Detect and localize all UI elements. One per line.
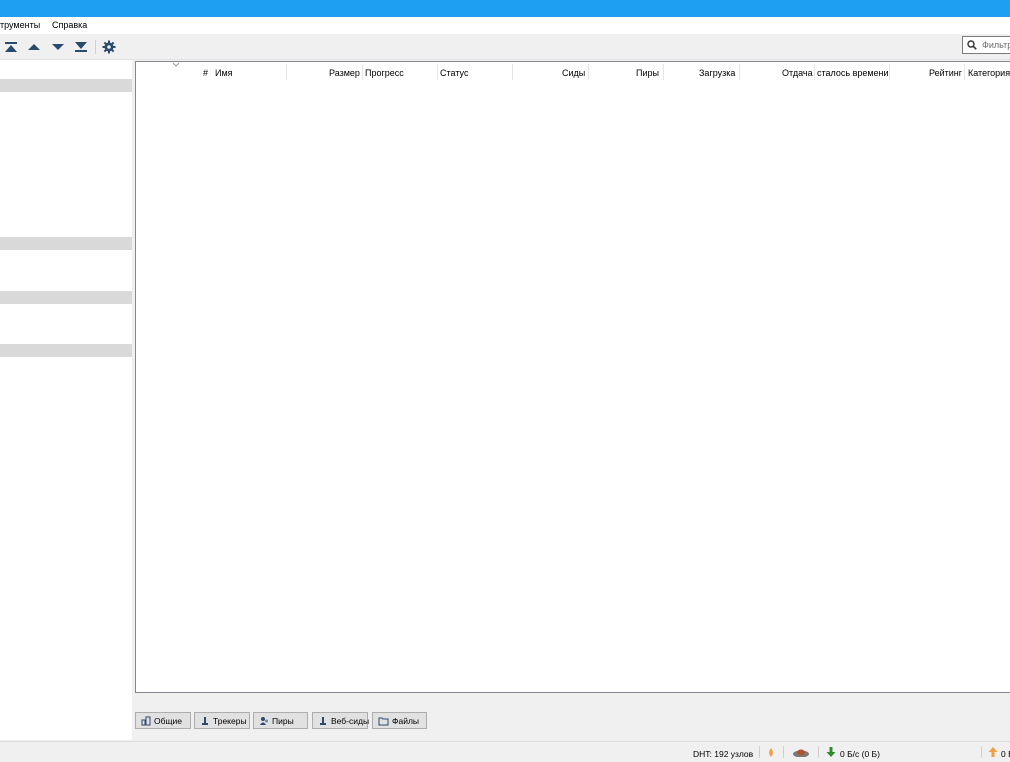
connection-status-icon[interactable] <box>766 747 776 758</box>
filter-placeholder: Фильтр <box>982 40 1010 50</box>
status-separator <box>981 746 982 758</box>
column-header-eta[interactable]: сталось времени <box>817 68 889 78</box>
toolbar-separator <box>95 40 96 54</box>
move-bottom-button[interactable] <box>72 38 90 56</box>
menu-tools[interactable]: трументы <box>0 20 40 30</box>
menu-help[interactable]: Справка <box>52 20 87 30</box>
sidebar <box>0 60 132 740</box>
title-bar <box>0 0 1010 17</box>
column-header-size[interactable]: Размер <box>329 68 360 78</box>
search-icon <box>967 40 977 50</box>
folder-icon <box>378 717 389 725</box>
sidebar-section-header-1[interactable] <box>0 79 132 92</box>
column-header-progress[interactable]: Прогресс <box>365 68 404 78</box>
status-bar: DHT: 192 узлов 0 Б/с (0 Б) 0 Б <box>0 741 1010 762</box>
column-header-category[interactable]: Категория <box>968 68 1010 78</box>
column-header-download[interactable]: Загрузка <box>699 68 735 78</box>
move-top-button[interactable] <box>2 38 20 56</box>
move-up-button[interactable] <box>25 38 43 56</box>
column-separator[interactable] <box>588 64 589 80</box>
upload-speed: 0 Б <box>1001 749 1010 759</box>
toolbar: Фильтр <box>0 34 1010 60</box>
move-down-button[interactable] <box>49 38 67 56</box>
column-header-rating[interactable]: Рейтинг <box>929 68 962 78</box>
column-separator[interactable] <box>362 64 363 80</box>
tab-files[interactable]: Файлы <box>372 712 427 729</box>
torrent-list-header: # Имя Размер Прогресс Статус Сиды Пиры З… <box>136 62 1010 82</box>
filter-input[interactable]: Фильтр <box>962 36 1010 54</box>
sidebar-section-header-2[interactable] <box>0 237 132 250</box>
torrent-list[interactable]: # Имя Размер Прогресс Статус Сиды Пиры З… <box>135 61 1010 693</box>
column-separator[interactable] <box>663 64 664 80</box>
download-speed: 0 Б/с (0 Б) <box>840 749 880 759</box>
move-down-icon <box>52 44 64 50</box>
column-header-seeds[interactable]: Сиды <box>562 68 585 78</box>
dht-status: DHT: 192 узлов <box>693 749 754 759</box>
tab-peers[interactable]: Пиры <box>253 712 308 729</box>
sort-indicator-icon <box>172 62 180 67</box>
status-separator <box>818 746 819 758</box>
tab-web-seeds[interactable]: Веб-сиды <box>312 712 370 729</box>
column-header-name[interactable]: Имя <box>215 68 233 78</box>
column-header-number[interactable]: # <box>203 68 208 78</box>
column-header-status[interactable]: Статус <box>440 68 468 78</box>
tab-trackers[interactable]: Трекеры <box>194 712 250 729</box>
column-separator[interactable] <box>814 64 815 80</box>
column-separator[interactable] <box>739 64 740 80</box>
column-separator[interactable] <box>964 64 965 80</box>
move-up-icon <box>28 44 40 50</box>
download-arrow-icon <box>826 747 836 757</box>
tab-general-label: Общие <box>154 715 182 726</box>
tab-peers-label: Пиры <box>272 715 294 726</box>
column-separator[interactable] <box>889 64 890 80</box>
column-separator[interactable] <box>286 64 287 80</box>
sidebar-section-header-4[interactable] <box>0 344 132 357</box>
tab-files-label: Файлы <box>392 715 420 726</box>
sidebar-section-header-3[interactable] <box>0 291 132 304</box>
column-header-upload[interactable]: Отдача <box>782 68 813 78</box>
tracker-icon <box>202 716 208 725</box>
peers-icon <box>260 716 268 725</box>
column-header-peers[interactable]: Пиры <box>636 68 659 78</box>
web-seed-icon <box>320 716 326 725</box>
tab-trackers-label: Трекеры <box>213 715 247 726</box>
status-separator <box>759 746 760 758</box>
status-separator <box>783 746 784 758</box>
tab-general[interactable]: Общие <box>135 712 191 729</box>
upload-arrow-icon <box>988 747 998 757</box>
move-top-icon <box>5 42 17 52</box>
settings-button[interactable] <box>100 38 118 56</box>
column-separator[interactable] <box>512 64 513 80</box>
tab-web-seeds-label: Веб-сиды <box>331 715 370 726</box>
speed-limit-icon[interactable] <box>792 748 810 757</box>
gear-icon <box>102 40 116 54</box>
info-icon <box>141 716 151 725</box>
column-separator[interactable] <box>437 64 438 80</box>
move-bottom-icon <box>75 42 87 52</box>
menu-bar: трументы Справка <box>0 17 1010 34</box>
